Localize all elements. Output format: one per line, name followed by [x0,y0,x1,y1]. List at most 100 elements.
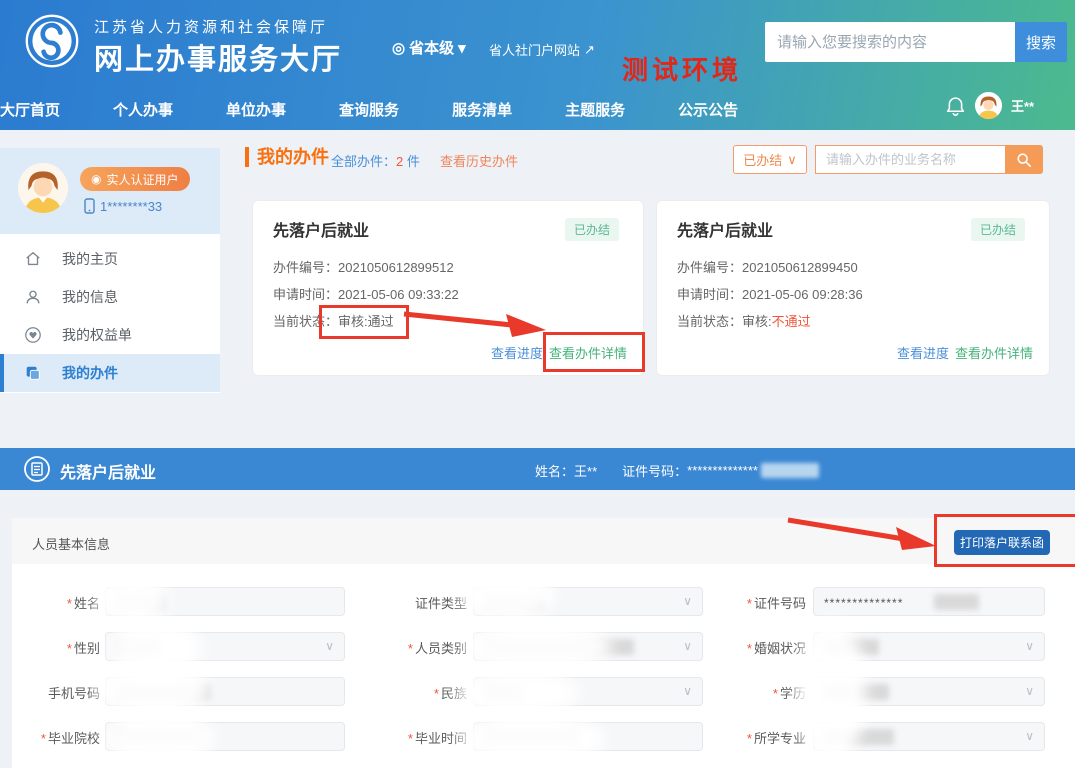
portal-link[interactable]: 省人社门户网站 ↗ [489,40,595,59]
redacted-value [116,684,211,700]
nav-item-query[interactable]: 查询服务 [339,99,399,120]
case-search-input[interactable] [815,145,1005,174]
redacted-value [484,594,544,610]
marital-status-label: *婚姻状况 [684,638,806,657]
marital-status-select[interactable]: ∨ [813,632,1045,661]
redacted-value [484,639,634,655]
sidebar-item-label: 我的信息 [62,287,118,307]
applicant-info: 姓名：王** 证件号码：************** [535,461,819,480]
profile-card: ◉ 实人认证用户 1********33 [0,148,220,234]
gender-select[interactable]: ∨ [105,632,345,661]
case-number: 2021050612899450 [742,260,858,275]
nav-item-theme[interactable]: 主题服务 [565,99,625,120]
graduation-date-field[interactable] [473,722,703,751]
header-search: 搜索 [765,22,1067,62]
person-category-select[interactable]: ∨ [473,632,703,661]
print-settle-letter-button[interactable]: 打印落户联系函 [954,530,1050,555]
region-selector[interactable]: ◎ 省本级 ▾ [392,37,466,58]
header-search-button[interactable]: 搜索 [1015,22,1067,62]
status-badge: 已办结 [971,218,1025,241]
auth-badge: ◉ 实人认证用户 [80,167,190,191]
redacted-value [116,729,201,745]
sidebar-menu: 我的主页 我的信息 我的权益单 [0,240,220,392]
notification-bell-icon[interactable] [945,94,966,118]
case-card: 先落户后就业 已办结 办件编号：2021050612899512 申请时间：20… [252,200,644,376]
location-icon: ◎ [392,39,405,57]
case-title: 先落户后就业 [273,217,369,241]
nav-item-personal[interactable]: 个人办事 [113,99,173,120]
view-progress-link[interactable]: 查看进度 [491,343,543,362]
external-link-icon: ↗ [584,42,595,58]
view-detail-link[interactable]: 查看办件详情 [955,343,1033,362]
user-icon [24,288,42,306]
sidebar-item-my-rights[interactable]: 我的权益单 [0,316,220,354]
name-label: *姓名 [12,593,100,612]
view-detail-link[interactable]: 查看办件详情 [549,343,627,362]
heart-icon [24,326,42,344]
view-progress-link[interactable]: 查看进度 [897,343,949,362]
graduation-date-label: *毕业时间 [342,728,467,747]
redacted-value [484,684,524,700]
sidebar-item-label: 我的办件 [62,363,118,383]
home-icon [24,250,42,268]
graduate-school-field[interactable] [105,722,345,751]
status-value: 审核: [742,314,772,329]
major-label: *所学专业 [684,728,806,747]
nav-item-home[interactable]: 大厅首页 [0,99,60,120]
user-avatar[interactable] [975,92,1002,119]
status-value: 审核:通过 [338,314,394,329]
mobile-label: 手机号码 [12,683,100,702]
redacted-value [934,594,979,610]
document-circle-icon [24,456,50,482]
history-cases-link[interactable]: 查看历史办件 [440,151,518,170]
site-title: 网上办事服务大厅 [94,36,342,78]
status-filter-select[interactable]: 已办结 ∨ [733,145,807,174]
apply-time-row: 申请时间：2021-05-06 09:28:36 [677,284,863,303]
nav-item-service-list[interactable]: 服务清单 [452,99,512,120]
sidebar-item-my-cases[interactable]: 我的办件 [0,354,220,392]
applicant-id-masked: ************** [687,463,758,478]
redacted-value [116,594,166,610]
ethnicity-select[interactable]: ∨ [473,677,703,706]
sidebar-item-my-home[interactable]: 我的主页 [0,240,220,278]
id-type-select[interactable]: ∨ [473,587,703,616]
required-icon: * [67,641,72,656]
phone-icon [84,198,95,214]
apply-time: 2021-05-06 09:33:22 [338,287,459,302]
status-fail-value: 不通过 [772,314,811,329]
nav-item-company[interactable]: 单位办事 [226,99,286,120]
required-icon: * [773,686,778,701]
total-cases: 全部办件：2 件 [331,151,420,170]
education-select[interactable]: ∨ [813,677,1045,706]
username[interactable]: 王** [1011,96,1034,115]
section-title: 人员基本信息 [32,534,110,553]
case-number-row: 办件编号：2021050612899450 [677,257,858,276]
redaction-blur [761,463,819,478]
header-search-input[interactable] [765,22,1015,62]
id-number-masked: ************** [824,596,903,610]
major-select[interactable]: ∨ [813,722,1045,751]
test-environment-watermark: 测试环境 [622,50,742,87]
region-label: 省本级 [409,37,454,58]
name-field[interactable] [105,587,345,616]
site-logo-icon[interactable] [24,13,80,69]
id-number-field[interactable]: ************** [813,587,1045,616]
sidebar-item-my-info[interactable]: 我的信息 [0,278,220,316]
auth-badge-label: 实人认证用户 [106,171,178,188]
required-icon: * [434,686,439,701]
section-accent-bar [245,147,249,167]
required-icon: * [67,596,72,611]
required-icon: * [408,641,413,656]
case-links: 查看进度 查看办件详情 [897,343,1033,362]
phone-row: 1********33 [84,198,162,214]
person-category-label: *人员类别 [342,638,467,657]
chevron-down-icon: ∨ [1025,729,1034,743]
search-icon [1016,152,1032,168]
redacted-value [824,684,889,700]
redacted-value [824,729,894,745]
case-search-button[interactable] [1005,145,1043,174]
required-icon: * [408,731,413,746]
mobile-field[interactable] [105,677,345,706]
required-icon: * [41,731,46,746]
nav-item-announcements[interactable]: 公示公告 [678,99,738,120]
